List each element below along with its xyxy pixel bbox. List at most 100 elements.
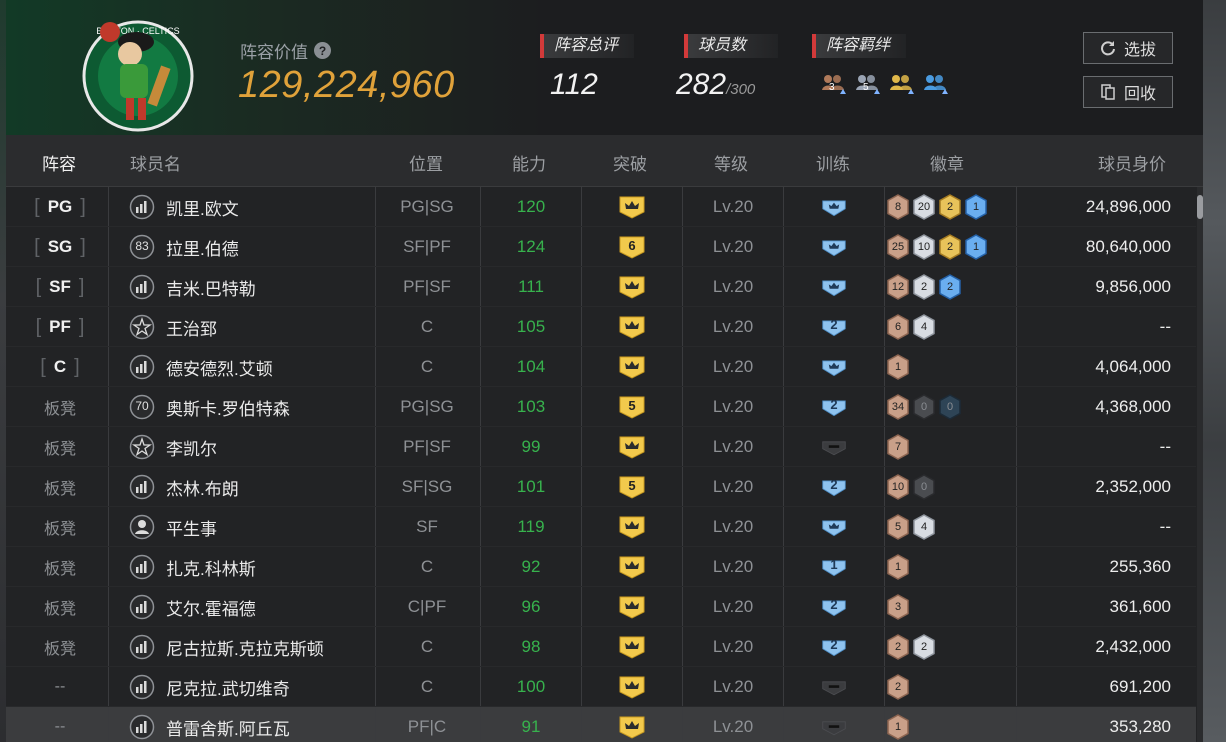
player-ability: 101	[516, 477, 546, 496]
bond-silver-icon[interactable]: 5	[854, 72, 882, 98]
badge-list[interactable]: 54	[886, 507, 936, 547]
badge-bronze-icon: 10	[886, 474, 910, 500]
column-divider	[108, 707, 109, 742]
player-name[interactable]: 凯里.欧文	[166, 187, 239, 227]
col-lineup[interactable]: 阵容	[42, 150, 76, 175]
player-name[interactable]: 艾尔.霍福德	[166, 587, 256, 627]
draft-button[interactable]: 选拔	[1083, 32, 1173, 64]
lineup-slot-tag: [SG]	[34, 235, 86, 258]
col-value[interactable]: 球员身价	[1098, 150, 1166, 175]
badge-darkblue-icon: 0	[938, 394, 962, 420]
help-icon[interactable]: ?	[314, 42, 331, 59]
badge-list[interactable]: 34 0 0	[886, 387, 962, 427]
badge-list[interactable]: 8 20 2 1	[886, 187, 988, 227]
player-position: C	[420, 557, 434, 576]
player-name[interactable]: 王治郅	[166, 307, 217, 347]
player-name[interactable]: 吉米.巴特勒	[166, 267, 256, 307]
col-position[interactable]: 位置	[409, 150, 443, 175]
training-badge	[784, 267, 884, 307]
bond-blue-icon[interactable]	[922, 72, 950, 98]
training-level: 2	[830, 637, 838, 652]
lineup-slot-tag: 板凳	[43, 561, 76, 578]
player-name[interactable]: 尼古拉斯.克拉克斯顿	[166, 627, 324, 667]
lineup-slot-tag: --	[54, 718, 66, 735]
table-row[interactable]: 板凳 扎克.科林斯 C 92 Lv.20 1 1 255,360	[6, 547, 1196, 587]
player-value: 9,856,000	[1095, 277, 1171, 296]
training-badge: 2	[784, 467, 884, 507]
badge-bronze-icon: 25	[886, 234, 910, 260]
training-badge: 2	[784, 307, 884, 347]
training-badge: 2	[784, 627, 884, 667]
col-breakthrough[interactable]: 突破	[613, 150, 647, 175]
player-position: C	[420, 677, 434, 696]
table-row[interactable]: [SG] 83 拉里.伯德 SF|PF 124 6 Lv.20 25 10 2 1 80,640,00…	[6, 227, 1196, 267]
bond-level: 3	[829, 82, 835, 93]
col-ability[interactable]: 能力	[512, 150, 546, 175]
player-name[interactable]: 平生事	[166, 507, 217, 547]
breakthrough-badge	[582, 267, 682, 307]
scrollbar-thumb[interactable]	[1197, 195, 1203, 219]
column-divider	[108, 427, 109, 466]
rating-label: 阵容总评	[540, 34, 634, 58]
badge-list[interactable]: 22	[886, 627, 936, 667]
player-ability: 91	[521, 717, 541, 736]
col-level[interactable]: 等级	[714, 150, 748, 175]
column-divider	[108, 187, 109, 226]
player-value: 2,432,000	[1095, 637, 1171, 656]
table-row[interactable]: -- 尼克拉.武切维奇 C 100 Lv.20 2 691,200	[6, 667, 1196, 707]
badge-list[interactable]: 25 10 2 1	[886, 227, 988, 267]
bond-bronze-icon[interactable]: 3	[820, 72, 848, 98]
player-name[interactable]: 杰林.布朗	[166, 467, 239, 507]
breakthrough-badge	[582, 427, 682, 467]
player-name[interactable]: 奥斯卡.罗伯特森	[166, 387, 290, 427]
col-training[interactable]: 训练	[816, 150, 850, 175]
training-badge	[784, 707, 884, 742]
player-name[interactable]: 拉里.伯德	[166, 227, 239, 267]
column-divider	[884, 427, 885, 466]
badge-list[interactable]: 1	[886, 547, 910, 587]
col-name[interactable]: 球员名	[130, 150, 181, 175]
table-row[interactable]: 板凳 艾尔.霍福德 C|PF 96 Lv.20 2 3 361,600	[6, 587, 1196, 627]
column-divider	[884, 387, 885, 426]
player-level: Lv.20	[712, 597, 754, 616]
table-row[interactable]: [SF] 吉米.巴特勒 PF|SF 111 Lv.20 12 2 2 9,856,000	[6, 267, 1196, 307]
player-ability: 98	[521, 637, 541, 656]
player-name[interactable]: 李凯尔	[166, 427, 217, 467]
player-name[interactable]: 扎克.科林斯	[166, 547, 256, 587]
table-row[interactable]: 板凳 70 奥斯卡.罗伯特森 PG|SG 103 5 Lv.20 2 34 0 0 4,368,000	[6, 387, 1196, 427]
scrollbar[interactable]	[1197, 187, 1203, 742]
breakthrough-badge	[582, 187, 682, 227]
table-row[interactable]: -- 普雷舍斯.阿丘瓦 PF|C 91 Lv.20 1 353,280	[6, 707, 1196, 742]
table-row[interactable]: 板凳 杰林.布朗 SF|SG 101 5 Lv.20 2 10 0 2,352,000	[6, 467, 1196, 507]
badge-list[interactable]: 1	[886, 347, 910, 387]
player-level: Lv.20	[712, 317, 754, 336]
badge-list[interactable]: 10 0	[886, 467, 936, 507]
badge-list[interactable]: 7	[886, 427, 910, 467]
badge-list[interactable]: 2	[886, 667, 910, 707]
player-name[interactable]: 普雷舍斯.阿丘瓦	[166, 707, 290, 742]
column-divider	[108, 547, 109, 586]
player-ability: 100	[516, 677, 546, 696]
lineup-slot-tag: 板凳	[43, 441, 76, 458]
table-row[interactable]: 板凳 平生事 SF 119 Lv.20 5 4 --	[6, 507, 1196, 547]
player-level: Lv.20	[712, 557, 754, 576]
col-badges[interactable]: 徽章	[930, 150, 964, 175]
player-position: PG|SG	[400, 397, 454, 416]
bond-icons[interactable]: 35	[820, 72, 950, 98]
recycle-button[interactable]: 回收	[1083, 76, 1173, 108]
training-badge	[784, 427, 884, 467]
bond-gold-icon[interactable]	[888, 72, 916, 98]
badge-list[interactable]: 1	[886, 707, 910, 742]
badge-list[interactable]: 64	[886, 307, 936, 347]
table-row[interactable]: 板凳 李凯尔 PF|SF 99 Lv.20 7 --	[6, 427, 1196, 467]
player-count-stat: 球员数 282/300	[676, 34, 778, 102]
player-name[interactable]: 德安德烈.艾顿	[166, 347, 273, 387]
badge-list[interactable]: 12 2 2	[886, 267, 962, 307]
table-row[interactable]: 板凳 尼古拉斯.克拉克斯顿 C 98 Lv.20 2 2 2 2,432,000	[6, 627, 1196, 667]
player-name[interactable]: 尼克拉.武切维奇	[166, 667, 290, 707]
lineup-slot-tag: 板凳	[43, 481, 76, 498]
table-row[interactable]: [C] 德安德烈.艾顿 C 104 Lv.20 1 4,064,000	[6, 347, 1196, 387]
table-row[interactable]: [PF] 王治郅 C 105 Lv.20 2 6 4 --	[6, 307, 1196, 347]
table-row[interactable]: [PG] 凯里.欧文 PG|SG 120 Lv.20 8 20 2 1 24,896,000	[6, 187, 1196, 227]
badge-list[interactable]: 3	[886, 587, 910, 627]
